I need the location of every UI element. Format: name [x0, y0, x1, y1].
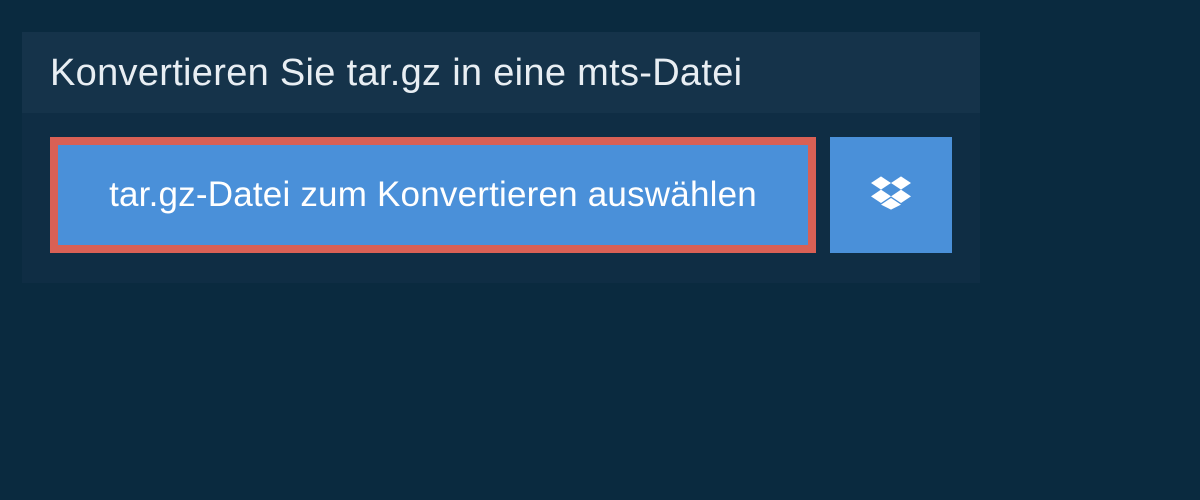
select-file-button[interactable]: tar.gz-Datei zum Konvertieren auswählen [50, 137, 816, 253]
panel-header: Konvertieren Sie tar.gz in eine mts-Date… [22, 32, 980, 113]
page-title: Konvertieren Sie tar.gz in eine mts-Date… [50, 52, 952, 95]
converter-panel: Konvertieren Sie tar.gz in eine mts-Date… [22, 32, 980, 283]
dropbox-icon [871, 173, 911, 218]
button-row: tar.gz-Datei zum Konvertieren auswählen [22, 113, 980, 283]
select-file-label: tar.gz-Datei zum Konvertieren auswählen [109, 175, 757, 215]
dropbox-button[interactable] [830, 137, 952, 253]
